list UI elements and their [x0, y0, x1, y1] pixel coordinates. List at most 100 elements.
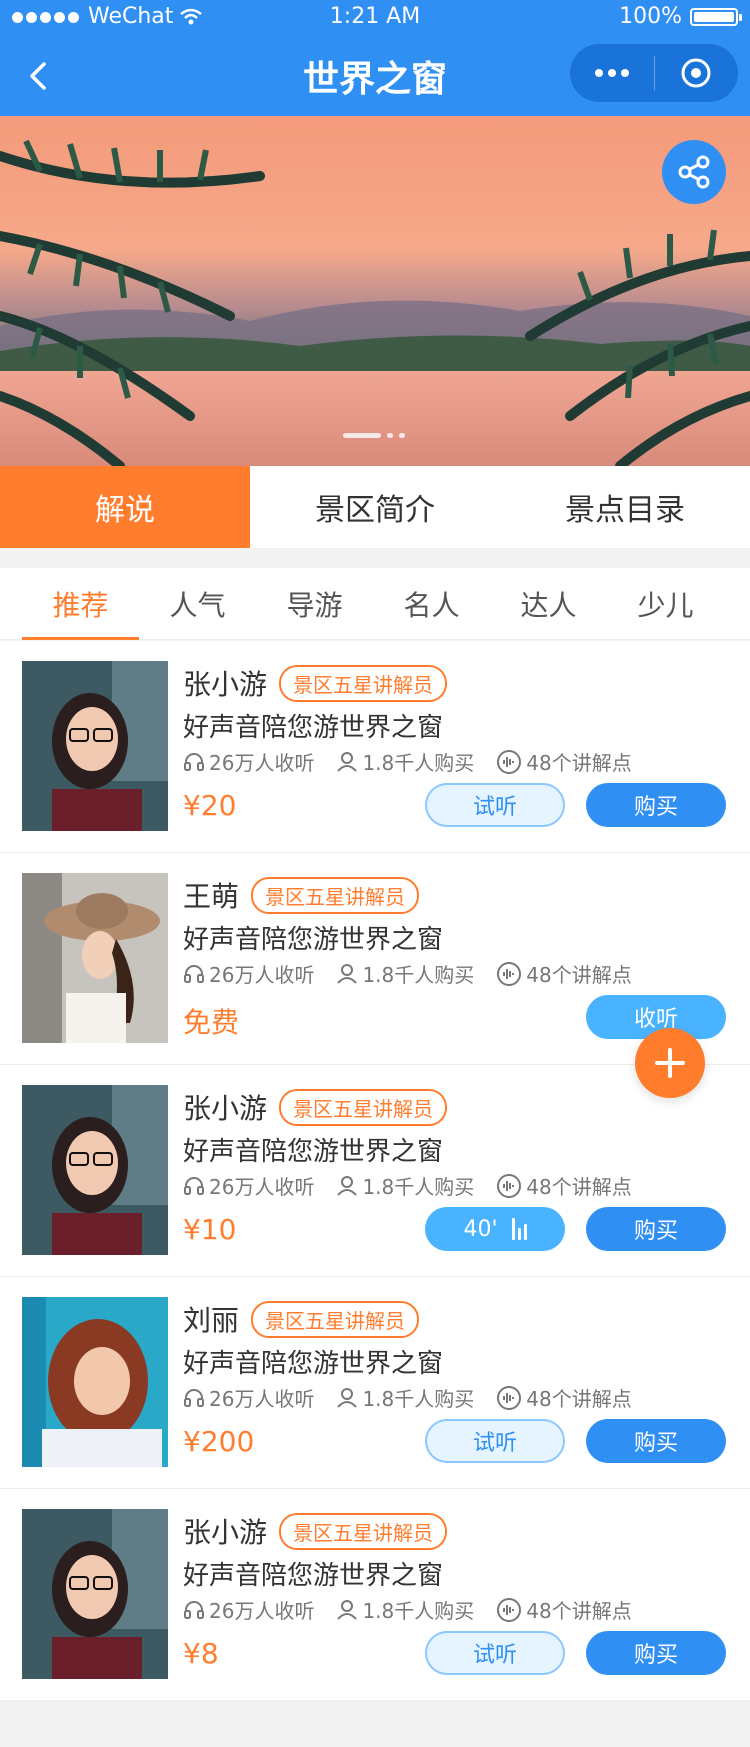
headphones-icon: [184, 964, 204, 983]
audio-icon: [497, 1385, 522, 1410]
buyers-count: 1.8千人购买: [362, 1599, 475, 1623]
list-item[interactable]: 张小游 景区五星讲解员 好声音陪您游世界之窗 26万人收听 1.8千人购买 48…: [0, 1489, 750, 1701]
status-bar: WeChat 1:21 AM 100%: [0, 0, 750, 36]
trial-listen-button[interactable]: 试听: [425, 1419, 565, 1463]
buyers-count: 1.8千人购买: [362, 751, 475, 775]
list-item[interactable]: 刘丽 景区五星讲解员 好声音陪您游世界之窗 26万人收听 1.8千人购买 48个…: [0, 1277, 750, 1489]
user-icon: [337, 751, 358, 772]
close-target-button[interactable]: [655, 44, 739, 102]
add-button[interactable]: [635, 1028, 705, 1098]
rating-badge: 景区五星讲解员: [279, 1512, 448, 1550]
buyers-stat: 1.8千人购买: [336, 959, 474, 988]
audio-icon: [497, 749, 522, 774]
price: 免费: [183, 1006, 240, 1039]
stats-row: 26万人收听 1.8千人购买 48个讲解点: [183, 747, 654, 776]
buyers-stat: 1.8千人购买: [336, 1595, 474, 1624]
rating-badge: 景区五星讲解员: [279, 664, 448, 702]
indicator-active: [343, 433, 381, 438]
points-stat: 48个讲解点: [496, 1171, 632, 1200]
indicator-dot: [399, 433, 405, 438]
buyers-stat: 1.8千人购买: [336, 747, 474, 776]
tab-spot-catalog[interactable]: 景点目录: [500, 466, 750, 548]
trial-listen-button[interactable]: 试听: [425, 1631, 565, 1675]
battery-icon: [690, 7, 742, 26]
price: ¥200: [183, 1425, 255, 1458]
listens-count: 26万人收听: [209, 751, 315, 775]
headphones-icon: [184, 1388, 204, 1407]
audio-icon: [497, 1597, 522, 1622]
points-stat: 48个讲解点: [496, 747, 632, 776]
buyers-stat: 1.8千人购买: [336, 1171, 474, 1200]
listens-stat: 26万人收听: [183, 959, 314, 988]
buy-button[interactable]: 购买: [586, 1631, 726, 1675]
guide-name: 王萌: [183, 880, 240, 913]
tab-scenic-intro[interactable]: 景区简介: [250, 466, 500, 548]
stats-row: 26万人收听 1.8千人购买 48个讲解点: [183, 1383, 654, 1412]
avatar: [22, 1297, 168, 1467]
share-button[interactable]: [662, 140, 726, 204]
guide-description: 好声音陪您游世界之窗: [183, 925, 444, 955]
guide-name: 张小游: [183, 1516, 268, 1549]
rating-badge: 景区五星讲解员: [251, 1300, 420, 1338]
list-item[interactable]: 张小游 景区五星讲解员 好声音陪您游世界之窗 26万人收听 1.8千人购买 48…: [0, 641, 750, 853]
points-count: 48个讲解点: [526, 963, 632, 987]
audio-duration: 40': [463, 1216, 498, 1242]
stats-row: 26万人收听 1.8千人购买 48个讲解点: [183, 1171, 654, 1200]
waveform-icon: [511, 1218, 527, 1240]
price: ¥8: [183, 1637, 219, 1670]
listens-stat: 26万人收听: [183, 747, 314, 776]
subtab-guide[interactable]: 导游: [256, 568, 373, 640]
list-item[interactable]: 张小游 景区五星讲解员 好声音陪您游世界之窗 26万人收听 1.8千人购买 48…: [0, 1065, 750, 1277]
buy-button[interactable]: 购买: [586, 1207, 726, 1251]
subtab-recommended[interactable]: 推荐: [22, 568, 139, 640]
avatar: [22, 1085, 168, 1255]
carousel-indicator: [343, 433, 405, 438]
points-count: 48个讲解点: [526, 1599, 632, 1623]
listens-count: 26万人收听: [209, 1175, 315, 1199]
banner-image[interactable]: [0, 116, 750, 466]
status-right: 100%: [619, 4, 742, 29]
buy-button[interactable]: 购买: [586, 1419, 726, 1463]
points-stat: 48个讲解点: [496, 1595, 632, 1624]
list-item[interactable]: 王萌 景区五星讲解员 好声音陪您游世界之窗 26万人收听 1.8千人购买 48个…: [0, 853, 750, 1065]
subtab-celebrity[interactable]: 名人: [373, 568, 490, 640]
buy-button[interactable]: 购买: [586, 783, 726, 827]
listens-count: 26万人收听: [209, 1599, 315, 1623]
audio-icon: [497, 961, 522, 986]
nav-bar: 世界之窗: [0, 36, 750, 116]
battery-percent: 100%: [619, 4, 682, 29]
stats-row: 26万人收听 1.8千人购买 48个讲解点: [183, 959, 654, 988]
user-icon: [337, 1175, 358, 1196]
points-count: 48个讲解点: [526, 1387, 632, 1411]
top-bar: WeChat 1:21 AM 100% 世界之窗: [0, 0, 750, 116]
sub-tabs: 推荐 人气 导游 名人 达人 少儿: [0, 568, 750, 640]
tab-commentary[interactable]: 解说: [0, 466, 250, 548]
avatar: [22, 873, 168, 1043]
main-tabs: 解说 景区简介 景点目录: [0, 466, 750, 548]
rating-badge: 景区五星讲解员: [279, 1088, 448, 1126]
subtab-expert[interactable]: 达人: [490, 568, 607, 640]
subtab-popular[interactable]: 人气: [139, 568, 256, 640]
points-stat: 48个讲解点: [496, 1383, 632, 1412]
buyers-count: 1.8千人购买: [362, 1387, 475, 1411]
mini-program-capsule: [570, 44, 738, 102]
stats-row: 26万人收听 1.8千人购买 48个讲解点: [183, 1595, 654, 1624]
guide-name: 张小游: [183, 668, 268, 701]
name-row: 张小游 景区五星讲解员: [183, 663, 448, 703]
points-count: 48个讲解点: [526, 1175, 632, 1199]
subtab-kids[interactable]: 少儿: [607, 568, 724, 640]
listens-stat: 26万人收听: [183, 1383, 314, 1412]
guide-list: 张小游 景区五星讲解员 好声音陪您游世界之窗 26万人收听 1.8千人购买 48…: [0, 641, 750, 1701]
more-button[interactable]: [570, 44, 654, 102]
headphones-icon: [184, 752, 204, 771]
user-icon: [337, 1387, 358, 1408]
listens-stat: 26万人收听: [183, 1171, 314, 1200]
price: ¥10: [183, 1213, 237, 1246]
share-icon: [678, 155, 710, 189]
audio-playing-button[interactable]: 40': [425, 1207, 565, 1251]
user-icon: [337, 1599, 358, 1620]
trial-listen-button[interactable]: 试听: [425, 783, 565, 827]
avatar: [22, 1509, 168, 1679]
name-row: 张小游 景区五星讲解员: [183, 1087, 448, 1127]
name-row: 张小游 景区五星讲解员: [183, 1511, 448, 1551]
